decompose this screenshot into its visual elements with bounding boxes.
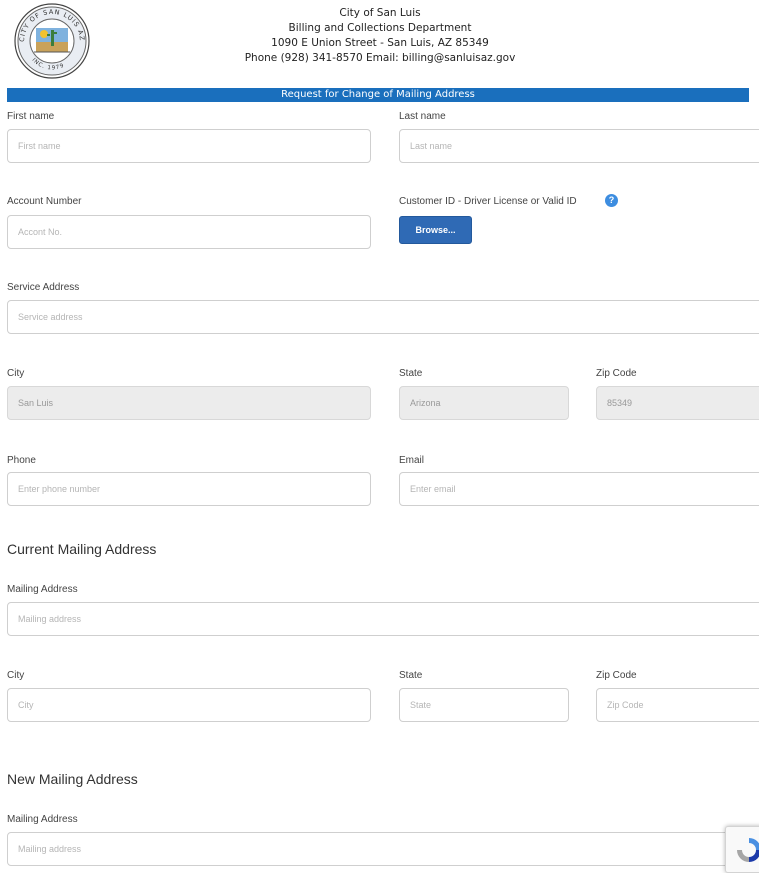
current-mailing-address-input[interactable]: [7, 602, 759, 636]
service-zip-label: Zip Code: [596, 368, 637, 379]
current-state-input[interactable]: [399, 688, 569, 722]
first-name-input[interactable]: [7, 129, 371, 163]
service-city-label: City: [7, 368, 25, 379]
email-input[interactable]: [399, 472, 759, 506]
phone-input[interactable]: [7, 472, 371, 506]
service-city-input[interactable]: [7, 386, 371, 420]
new-mailing-heading: New Mailing Address: [7, 771, 138, 787]
department-name: Billing and Collections Department: [288, 22, 472, 34]
recaptcha-badge[interactable]: [725, 826, 759, 873]
city-name: City of San Luis: [339, 7, 421, 19]
current-mailing-address-label: Mailing Address: [7, 584, 78, 595]
city-seal-logo: CITY OF SAN LUIS AZ INC. 1979: [14, 3, 90, 79]
first-name-label: First name: [7, 111, 55, 122]
last-name-label: Last name: [399, 111, 446, 122]
service-address-label: Service Address: [7, 282, 80, 293]
last-name-input[interactable]: [399, 129, 759, 163]
current-city-label: City: [7, 670, 25, 681]
email-label: Email: [399, 455, 425, 466]
street-address: 1090 E Union Street - San Luis, AZ 85349: [271, 37, 489, 49]
service-state-label: State: [399, 368, 423, 379]
new-mailing-address-label: Mailing Address: [7, 814, 78, 825]
account-number-input[interactable]: [7, 215, 371, 249]
current-city-input[interactable]: [7, 688, 371, 722]
browse-button[interactable]: Browse...: [399, 216, 472, 244]
account-number-label: Account Number: [7, 196, 82, 207]
question-icon[interactable]: ?: [605, 194, 618, 207]
phone-label: Phone: [7, 455, 36, 466]
current-zip-input[interactable]: [596, 688, 759, 722]
current-zip-label: Zip Code: [596, 670, 637, 681]
new-mailing-address-input[interactable]: [7, 832, 759, 866]
service-state-input[interactable]: [399, 386, 569, 420]
current-state-label: State: [399, 670, 423, 681]
service-address-input[interactable]: [7, 300, 759, 334]
current-mailing-heading: Current Mailing Address: [7, 541, 157, 557]
header-info: City of San Luis Billing and Collections…: [160, 6, 600, 66]
recaptcha-icon: [737, 838, 759, 862]
customer-id-label: Customer ID - Driver License or Valid ID: [399, 196, 577, 207]
form-title-bar: Request for Change of Mailing Address: [7, 88, 749, 102]
contact-info: Phone (928) 341-8570 Email: billing@sanl…: [244, 52, 516, 64]
service-zip-input[interactable]: [596, 386, 759, 420]
